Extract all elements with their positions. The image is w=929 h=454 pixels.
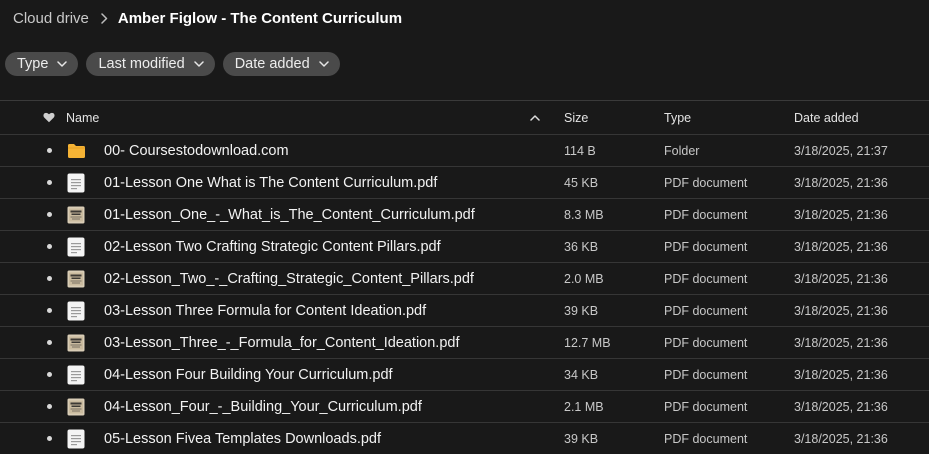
filter-last-modified-label: Last modified [98,56,185,72]
breadcrumb: Cloud drive Amber Figlow - The Content C… [13,8,402,28]
chevron-down-icon [318,61,329,67]
breadcrumb-current-folder: Amber Figlow - The Content Curriculum [117,9,403,27]
document-icon [66,167,86,198]
file-size: 45 KB [564,175,599,190]
favourite-column-icon[interactable] [43,101,55,134]
file-size: 34 KB [564,367,599,382]
table-row[interactable]: 03-Lesson_Three_-_Formula_for_Content_Id… [0,326,929,358]
file-name[interactable]: 04-Lesson Four Building Your Curriculum.… [104,359,393,390]
file-name[interactable]: 02-Lesson_Two_-_Crafting_Strategic_Conte… [104,263,474,294]
file-type: PDF document [664,431,748,446]
row-status-dot [43,135,55,166]
row-status-dot [43,295,55,326]
pdf-thumbnail-icon [66,327,86,358]
filter-bar: Type Last modified Date added [5,52,340,76]
column-header-date-added[interactable]: Date added [794,101,859,134]
file-date-added: 3/18/2025, 21:36 [794,367,888,382]
file-size: 8.3 MB [564,207,604,222]
row-status-dot [43,391,55,422]
table-row[interactable]: 00- Coursestodownload.com 114 B Folder 3/18… [0,134,929,166]
file-type: PDF document [664,271,748,286]
file-type: PDF document [664,239,748,254]
table-row[interactable]: 05-Lesson Fivea Templates Downloads.pdf 3… [0,422,929,454]
table-row[interactable]: 04-Lesson_Four_-_Building_Your_Curriculu… [0,390,929,422]
filter-type-button[interactable]: Type [5,52,79,76]
filter-date-added-label: Date added [234,56,310,72]
row-status-dot [43,167,55,198]
column-header-type[interactable]: Type [664,101,691,134]
file-size: 114 B [564,143,596,158]
document-icon [66,295,86,326]
file-name[interactable]: 00- Coursestodownload.com [104,135,289,166]
heart-icon [43,112,55,123]
pdf-thumbnail-icon [66,391,86,422]
file-name[interactable]: 05-Lesson Fivea Templates Downloads.pdf [104,423,381,454]
file-name[interactable]: 04-Lesson_Four_-_Building_Your_Curriculu… [104,391,422,422]
file-size: 12.7 MB [564,335,611,350]
document-icon [66,231,86,262]
table-row[interactable]: 02-Lesson_Two_-_Crafting_Strategic_Conte… [0,262,929,294]
filter-type-label: Type [17,56,49,72]
file-date-added: 3/18/2025, 21:36 [794,207,888,222]
file-table: Name Size Type Date added 00- Coursestod… [0,100,929,454]
file-type: PDF document [664,367,748,382]
document-icon [66,423,86,454]
sort-ascending-icon[interactable] [529,101,541,134]
table-header: Name Size Type Date added [0,100,929,134]
file-date-added: 3/18/2025, 21:36 [794,335,888,350]
row-status-dot [43,423,55,454]
row-status-dot [43,199,55,230]
table-row[interactable]: 03-Lesson Three Formula for Content Idea… [0,294,929,326]
folder-icon [66,135,86,166]
file-type: PDF document [664,175,748,190]
row-status-dot [43,359,55,390]
file-list: 00- Coursestodownload.com 114 B Folder 3/18… [0,134,929,454]
file-date-added: 3/18/2025, 21:36 [794,399,888,414]
row-status-dot [43,231,55,262]
file-date-added: 3/18/2025, 21:36 [794,175,888,190]
file-date-added: 3/18/2025, 21:36 [794,239,888,254]
breadcrumb-cloud-drive[interactable]: Cloud drive [13,10,89,27]
file-type: PDF document [664,207,748,222]
file-size: 36 KB [564,239,599,254]
table-row[interactable]: 02-Lesson Two Crafting Strategic Content… [0,230,929,262]
file-size: 2.0 MB [564,271,604,286]
file-type: PDF document [664,303,748,318]
table-row[interactable]: 01-Lesson_One_-_What_is_The_Content_Curr… [0,198,929,230]
pdf-thumbnail-icon [66,199,86,230]
file-size: 39 KB [564,431,599,446]
column-header-size[interactable]: Size [564,101,588,134]
file-name[interactable]: 01-Lesson_One_-_What_is_The_Content_Curr… [104,199,475,230]
filter-last-modified-button[interactable]: Last modified [86,52,215,76]
file-date-added: 3/18/2025, 21:37 [794,143,888,158]
file-type: PDF document [664,399,748,414]
table-row[interactable]: 01-Lesson One What is The Content Curric… [0,166,929,198]
column-header-name[interactable]: Name [66,101,99,134]
chevron-right-icon [101,12,108,24]
row-status-dot [43,327,55,358]
file-size: 2.1 MB [564,399,604,414]
file-date-added: 3/18/2025, 21:36 [794,271,888,286]
file-name[interactable]: 01-Lesson One What is The Content Curric… [104,167,437,198]
file-name[interactable]: 03-Lesson Three Formula for Content Idea… [104,295,426,326]
file-date-added: 3/18/2025, 21:36 [794,303,888,318]
file-name[interactable]: 02-Lesson Two Crafting Strategic Content… [104,231,441,262]
file-name[interactable]: 03-Lesson_Three_-_Formula_for_Content_Id… [104,327,459,358]
file-type: PDF document [664,335,748,350]
row-status-dot [43,263,55,294]
file-date-added: 3/18/2025, 21:36 [794,431,888,446]
document-icon [66,359,86,390]
file-size: 39 KB [564,303,599,318]
chevron-down-icon [193,61,204,67]
file-type: Folder [664,143,700,158]
filter-date-added-button[interactable]: Date added [222,52,340,76]
pdf-thumbnail-icon [66,263,86,294]
table-row[interactable]: 04-Lesson Four Building Your Curriculum.… [0,358,929,390]
chevron-down-icon [57,61,68,67]
